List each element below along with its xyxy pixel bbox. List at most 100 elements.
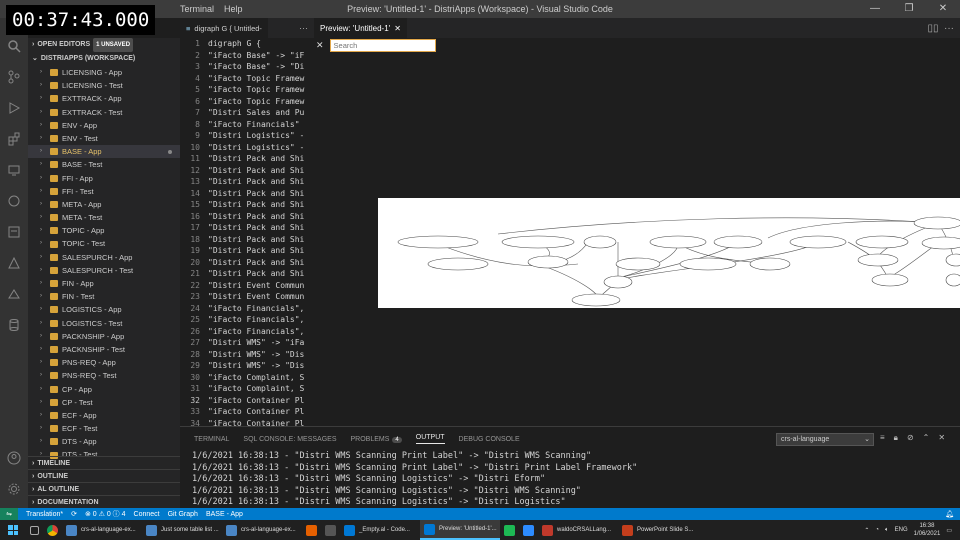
taskbar-app-item[interactable]: PowerPoint Slide S... — [618, 520, 698, 540]
tree-folder-item[interactable]: › CP - Test — [28, 396, 180, 409]
notifications-bell-icon[interactable]: 🔔︎ — [945, 510, 954, 518]
taskbar-app-item[interactable] — [302, 520, 321, 540]
tree-folder-item[interactable]: › LICENSING - Test — [28, 79, 180, 92]
tree-folder-item[interactable]: › BASE - App — [28, 145, 180, 159]
search-input[interactable] — [329, 39, 436, 52]
menu-help[interactable]: Help — [224, 4, 243, 14]
tree-folder-item[interactable]: › FFI - Test — [28, 185, 180, 198]
tree-folder-item[interactable]: › LOGISTICS - App — [28, 303, 180, 316]
git-graph-status[interactable]: Git Graph — [168, 511, 198, 518]
close-button[interactable]: ✕ — [926, 0, 960, 18]
taskbar-app-item[interactable]: crs-al-language-ex... — [222, 520, 302, 540]
settings-gear-icon[interactable] — [0, 473, 28, 504]
problems-status[interactable]: ⊗ 0 ⚠ 0 ⓘ 4 — [85, 509, 126, 519]
tab-problems[interactable]: PROBLEMS 4 — [351, 436, 402, 443]
dependency-graph[interactable] — [378, 198, 960, 308]
tree-folder-item[interactable]: › CP - App — [28, 383, 180, 396]
network-icon[interactable]: ◔ — [875, 527, 879, 533]
more-actions-icon[interactable]: ··· — [299, 23, 314, 33]
menu-terminal[interactable]: Terminal — [180, 4, 214, 14]
taskbar-app-item[interactable] — [519, 520, 538, 540]
documentation-section[interactable]: › DOCUMENTATION — [28, 495, 180, 508]
tab-output[interactable]: OUTPUT — [415, 434, 445, 444]
source-control-icon[interactable] — [0, 61, 28, 92]
tab-debug-console[interactable]: DEBUG CONSOLE — [459, 436, 520, 443]
tree-folder-item[interactable]: › EXTTRACK - Test — [28, 106, 180, 119]
editor-tab[interactable]: ≡ digraph G { Untitled- — [180, 18, 268, 38]
al-outline-section[interactable]: › AL OUTLINE — [28, 482, 180, 495]
taskbar-app-item[interactable]: crs-al-language-ex... — [62, 520, 142, 540]
taskbar-app-item[interactable] — [321, 520, 340, 540]
output-channel-select[interactable]: crs-al-language ⌄ — [776, 433, 874, 446]
tree-folder-item[interactable]: › ENV - App — [28, 119, 180, 132]
chrome-icon[interactable] — [43, 520, 62, 540]
al-explorer-icon[interactable] — [0, 216, 28, 247]
outline-section[interactable]: › OUTLINE — [28, 469, 180, 482]
extensions-icon[interactable] — [0, 123, 28, 154]
volume-icon[interactable]: 🔈︎ — [885, 527, 889, 534]
branch-status[interactable]: Translation* — [26, 511, 63, 518]
clear-output-icon[interactable]: ⊘ — [907, 433, 914, 443]
maximize-button[interactable]: ❐ — [892, 0, 926, 18]
triangle-icon[interactable] — [0, 278, 28, 309]
tree-folder-item[interactable]: › META - App — [28, 198, 180, 211]
close-search-icon[interactable]: ✕ — [316, 40, 324, 51]
tab-sql-console[interactable]: SQL CONSOLE: MESSAGES — [243, 436, 336, 443]
project-status[interactable]: BASE - App — [206, 511, 243, 518]
connect-status[interactable]: Connect — [134, 511, 160, 518]
minimize-button[interactable]: — — [858, 0, 892, 18]
remote-explorer-icon[interactable] — [0, 154, 28, 185]
tree-folder-item[interactable]: › LICENSING - App — [28, 66, 180, 79]
taskbar-app-item[interactable]: Just some table list ... — [142, 520, 222, 540]
start-button[interactable] — [0, 520, 26, 540]
tray-chevron-icon[interactable]: ⌃ — [864, 527, 869, 534]
run-debug-icon[interactable] — [0, 92, 28, 123]
tab-terminal[interactable]: TERMINAL — [194, 436, 229, 443]
account-icon[interactable] — [0, 442, 28, 473]
open-editors-header[interactable]: › OPEN EDITORS 1 UNSAVED — [28, 38, 180, 52]
warning-icon[interactable] — [0, 247, 28, 278]
tree-folder-item[interactable]: › PNS-REQ - App — [28, 356, 180, 369]
clock[interactable]: 16:38 1/06/2021 — [914, 522, 941, 538]
tree-folder-item[interactable]: › META - Test — [28, 211, 180, 224]
tree-folder-item[interactable]: › LOGISTICS - Test — [28, 317, 180, 330]
workspace-header[interactable]: ⌄ DISTRIAPPS (WORKSPACE) — [28, 52, 180, 66]
lock-icon[interactable]: 🔒︎ — [894, 433, 898, 443]
output-log[interactable]: 1/6/2021 16:38:13 - "Distri WMS Scanning… — [180, 451, 960, 509]
tree-folder-item[interactable]: › PACKNSHIP - App — [28, 330, 180, 343]
taskbar-app-item[interactable]: _Empty.al - Code... — [340, 520, 420, 540]
taskbar-app-item[interactable]: Preview: 'Untitled-1'... — [420, 520, 500, 540]
timeline-section[interactable]: › TIMELINE — [28, 456, 180, 469]
tree-folder-item[interactable]: › TOPIC - App — [28, 224, 180, 237]
tree-folder-item[interactable]: › DTS - App — [28, 435, 180, 448]
maximize-panel-icon[interactable]: ⌃ — [923, 433, 930, 443]
tree-folder-item[interactable]: › ENV - Test — [28, 132, 180, 145]
tree-folder-item[interactable]: › BASE - Test — [28, 158, 180, 171]
database-icon[interactable] — [0, 309, 28, 340]
tree-folder-item[interactable]: › FIN - App — [28, 277, 180, 290]
task-view-icon[interactable] — [26, 520, 43, 540]
tree-folder-item[interactable]: › SALESPURCH - App — [28, 251, 180, 264]
preview-tab[interactable]: Preview: 'Untitled-1' ✕ — [314, 18, 407, 38]
language-indicator[interactable]: ENG — [895, 527, 908, 533]
tree-folder-item[interactable]: › SALESPURCH - Test — [28, 264, 180, 277]
tree-folder-item[interactable]: › EXTTRACK - App — [28, 92, 180, 105]
code-editor[interactable]: 1 digraph G {2 "iFacto Base" -> "iF 3 "iFact… — [180, 38, 314, 426]
tree-folder-item[interactable]: › ECF - Test — [28, 422, 180, 435]
tree-folder-item[interactable]: › ECF - App — [28, 409, 180, 422]
tree-folder-item[interactable]: › PNS-REQ - Test — [28, 369, 180, 382]
taskbar-app-item[interactable] — [500, 520, 519, 540]
tree-folder-item[interactable]: › PACKNSHIP - Test — [28, 343, 180, 356]
taskbar-app-item[interactable]: waldoCRSALLang... — [538, 520, 618, 540]
close-panel-icon[interactable]: ✕ — [938, 433, 945, 443]
close-tab-icon[interactable]: ✕ — [394, 24, 401, 33]
tree-folder-item[interactable]: › FIN - Test — [28, 290, 180, 303]
github-icon[interactable] — [0, 185, 28, 216]
notification-center-icon[interactable]: ▭ — [946, 527, 952, 534]
remote-indicator-icon[interactable]: ⇋ — [0, 508, 18, 520]
filter-list-icon[interactable]: ≡ — [880, 433, 885, 443]
sync-icon[interactable]: ⟳ — [71, 510, 77, 518]
tree-folder-item[interactable]: › TOPIC - Test — [28, 237, 180, 250]
tree-folder-item[interactable]: › FFI - App — [28, 172, 180, 185]
split-editor-icon[interactable]: ▯▯ ··· — [927, 23, 960, 34]
